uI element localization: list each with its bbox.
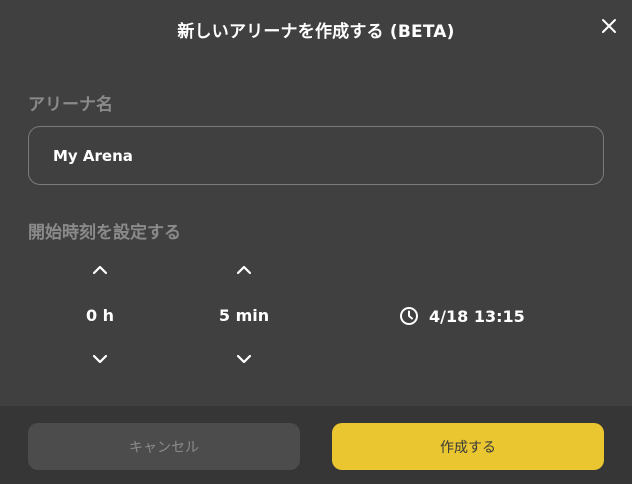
hours-decrement-button[interactable] <box>88 347 112 371</box>
chevron-down-icon <box>236 354 252 364</box>
create-arena-dialog: 新しいアリーナを作成する (BETA) アリーナ名 開始時刻を設定する 0 h … <box>0 0 632 484</box>
close-icon <box>602 19 616 33</box>
chevron-up-icon <box>92 265 108 275</box>
chevron-down-icon <box>92 354 108 364</box>
clock-icon <box>399 306 419 326</box>
hours-spinner: 0 h <box>40 256 160 376</box>
create-button[interactable]: 作成する <box>332 423 604 470</box>
hours-increment-button[interactable] <box>88 258 112 282</box>
dialog-title: 新しいアリーナを作成する (BETA) <box>177 22 455 42</box>
chevron-up-icon <box>236 265 252 275</box>
arena-name-input[interactable] <box>28 126 604 185</box>
arena-name-label: アリーナ名 <box>28 95 113 115</box>
end-time-display: 4/18 13:15 <box>399 306 525 326</box>
start-time-label: 開始時刻を設定する <box>28 223 181 243</box>
dialog-footer: キャンセル 作成する <box>0 406 632 484</box>
minutes-value: 5 min <box>218 306 270 325</box>
minutes-decrement-button[interactable] <box>232 347 256 371</box>
end-time-text: 4/18 13:15 <box>429 306 525 326</box>
close-button[interactable] <box>599 16 619 36</box>
minutes-spinner: 5 min <box>184 256 304 376</box>
minutes-increment-button[interactable] <box>232 258 256 282</box>
hours-value: 0 h <box>85 306 115 325</box>
cancel-button[interactable]: キャンセル <box>28 423 300 470</box>
